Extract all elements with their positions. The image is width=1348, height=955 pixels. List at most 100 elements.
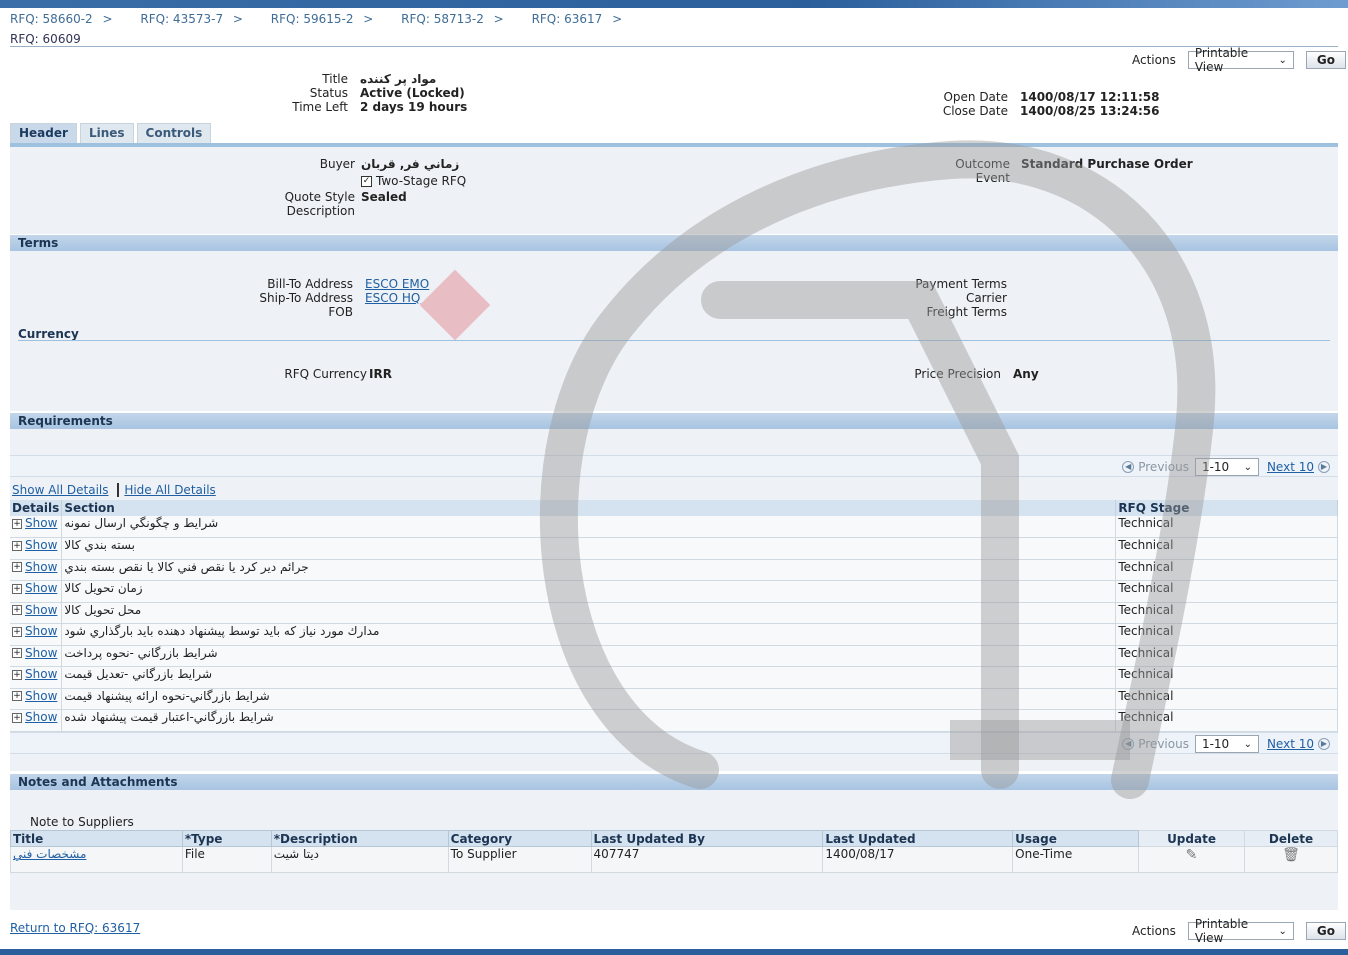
precision-fields: Price Precision Any — [810, 367, 1110, 387]
outcome-value: Standard Purchase Order — [1021, 157, 1193, 171]
show-link[interactable]: Show — [25, 646, 57, 660]
show-link[interactable]: Show — [25, 538, 57, 552]
pager-controls: ◀ Previous 1-10 ⌄ Next 10 ▶ — [1118, 458, 1334, 476]
table-row: + Show زمان تحويل كالا Technical — [10, 580, 1338, 603]
page-range-value: 1-10 — [1201, 737, 1230, 751]
attachment-updated: 1400/08/17 — [822, 846, 1014, 873]
table-row: + Show مدارك مورد نياز كه بايد توسط پيشنها… — [10, 623, 1338, 646]
show-link[interactable]: Show — [25, 516, 57, 530]
breadcrumb-item[interactable]: RFQ: 58713-2 — [401, 12, 504, 26]
show-link[interactable]: Show — [25, 581, 57, 595]
expand-icon[interactable]: + — [12, 648, 22, 658]
bill-to-link[interactable]: ESCO EMO — [365, 277, 429, 291]
expand-icon[interactable]: + — [12, 691, 22, 701]
show-link[interactable]: Show — [25, 689, 57, 703]
show-link[interactable]: Show — [25, 710, 57, 724]
expand-icon[interactable]: + — [12, 562, 22, 572]
table-row: + Show شرايط بازرگاني -نحوه پرداخت Technica… — [10, 645, 1338, 667]
show-link[interactable]: Show — [25, 667, 57, 681]
section-cell: مدارك مورد نياز كه بايد توسط پيشنهاد دهن… — [61, 623, 1117, 646]
page-range-select[interactable]: 1-10 ⌄ — [1194, 458, 1259, 476]
rfq-summary: Title مواد پر کننده Status Active (Locke… — [0, 72, 500, 122]
go-button[interactable]: Go — [1305, 51, 1346, 69]
trash-icon[interactable]: 🗑 — [1282, 847, 1300, 863]
breadcrumb-item[interactable]: RFQ: 58660-2 — [10, 12, 113, 26]
carrier-label: Carrier — [965, 291, 1007, 305]
next-link[interactable]: Next 10 — [1267, 460, 1314, 474]
breadcrumb-item[interactable]: RFQ: 63617 — [532, 12, 623, 26]
attachment-title-link[interactable]: مشخصات فني — [13, 847, 86, 861]
breadcrumb: RFQ: 58660-2 RFQ: 43573-7 RFQ: 59615-2 R… — [10, 12, 646, 26]
show-link[interactable]: Show — [25, 603, 57, 617]
tab-lines[interactable]: Lines — [79, 123, 134, 143]
expand-icon[interactable]: + — [12, 583, 22, 594]
quote-style-value: Sealed — [361, 190, 407, 204]
header-panel: Buyer زماني فر, قربان ✓ Two-Stage RFQ Quo… — [10, 147, 1338, 234]
show-link[interactable]: Show — [25, 560, 57, 574]
actions-bar-bottom: Actions Printable View ⌄ Go — [1132, 917, 1346, 945]
requirements-heading: Requirements — [10, 413, 1338, 429]
pencil-icon[interactable]: ✎ — [1186, 847, 1198, 863]
buyer-value: زماني فر, قربان — [361, 157, 460, 171]
requirements-table: Details Section RFQ Stage + Show شرايط و چ… — [10, 500, 1338, 732]
actions-select[interactable]: Printable View ⌄ — [1187, 917, 1294, 945]
next-icon[interactable]: ▶ — [1318, 738, 1330, 750]
open-date-value: 1400/08/17 12:11:58 — [1020, 90, 1160, 104]
table-row: + Show شرايط بازرگاني-نحوه ارائه پيشنهاد ق… — [10, 688, 1338, 710]
divider — [10, 46, 1338, 47]
chevron-down-icon: ⌄ — [1243, 738, 1252, 750]
attachment-updated-by: 407747 — [590, 846, 824, 873]
tab-header[interactable]: Header — [10, 123, 77, 143]
pager-top: ◀ Previous 1-10 ⌄ Next 10 ▶ — [10, 455, 1338, 477]
bottom-banner — [0, 949, 1348, 955]
go-button[interactable]: Go — [1305, 922, 1346, 940]
actions-bar-top: Actions Printable View ⌄ Go — [1132, 46, 1346, 74]
column-header-last-updated: Last Updated — [822, 830, 1014, 847]
return-link[interactable]: Return to RFQ: 63617 — [10, 921, 140, 935]
details-cell: + Show — [10, 645, 63, 667]
hide-all-details-link[interactable]: Hide All Details — [124, 483, 215, 497]
tab-bar: Header Lines Controls — [10, 123, 212, 143]
attachment-category: To Supplier — [447, 846, 592, 873]
chevron-down-icon: ⌄ — [1278, 925, 1287, 937]
expand-icon[interactable]: + — [12, 669, 22, 680]
expand-icon[interactable]: + — [12, 626, 22, 637]
pager-bottom: ◀ Previous 1-10 ⌄ Next 10 ▶ — [10, 732, 1338, 754]
column-header-type: *Type — [181, 830, 272, 847]
details-cell: + Show — [10, 602, 63, 624]
expand-icon[interactable]: + — [12, 605, 22, 615]
section-cell: شرايط بازرگاني-نحوه ارائه پيشنهاد قيمت — [61, 688, 1117, 710]
tab-controls[interactable]: Controls — [136, 123, 212, 143]
column-header-category: Category — [447, 830, 592, 847]
rfq-currency-value: IRR — [369, 367, 392, 381]
column-header-description: *Description — [270, 830, 449, 847]
ship-to-link[interactable]: ESCO HQ — [365, 291, 420, 305]
breadcrumb-item[interactable]: RFQ: 59615-2 — [271, 12, 374, 26]
actions-select-value: Printable View — [1194, 46, 1249, 74]
rfq-stage-cell: Technical — [1115, 602, 1338, 624]
currency-divider — [18, 340, 1330, 341]
actions-select[interactable]: Printable View ⌄ — [1187, 46, 1294, 74]
expand-icon[interactable]: + — [12, 712, 22, 723]
next-icon[interactable]: ▶ — [1318, 461, 1330, 473]
breadcrumb-item[interactable]: RFQ: 43573-7 — [140, 12, 243, 26]
description-label: Description — [286, 204, 355, 218]
freight-terms-label: Freight Terms — [926, 305, 1008, 319]
page-range-select[interactable]: 1-10 ⌄ — [1194, 735, 1259, 753]
page-title: RFQ: 60609 — [10, 32, 81, 46]
show-all-details-link[interactable]: Show All Details — [12, 483, 109, 497]
section-cell: شرايط بازرگاني-اعتبار قيمت پيشنهاد شده — [61, 709, 1117, 732]
two-stage-checkbox[interactable]: ✓ Two-Stage RFQ — [361, 174, 466, 188]
details-cell: + Show — [10, 537, 63, 560]
next-link[interactable]: Next 10 — [1267, 737, 1314, 751]
fob-label: FOB — [328, 305, 353, 319]
terms-heading: Terms — [10, 235, 1338, 251]
details-cell: + Show — [10, 709, 63, 732]
show-link[interactable]: Show — [25, 624, 57, 638]
table-row: + Show شرايط بازرگاني-اعتبار قيمت پيشنهاد … — [10, 709, 1338, 732]
price-precision-label: Price Precision — [914, 367, 1001, 381]
expand-icon[interactable]: + — [12, 540, 22, 551]
title-label: Title — [322, 72, 348, 86]
expand-icon[interactable]: + — [12, 518, 22, 529]
payment-fields: Payment Terms Carrier Freight Terms — [810, 277, 1110, 327]
